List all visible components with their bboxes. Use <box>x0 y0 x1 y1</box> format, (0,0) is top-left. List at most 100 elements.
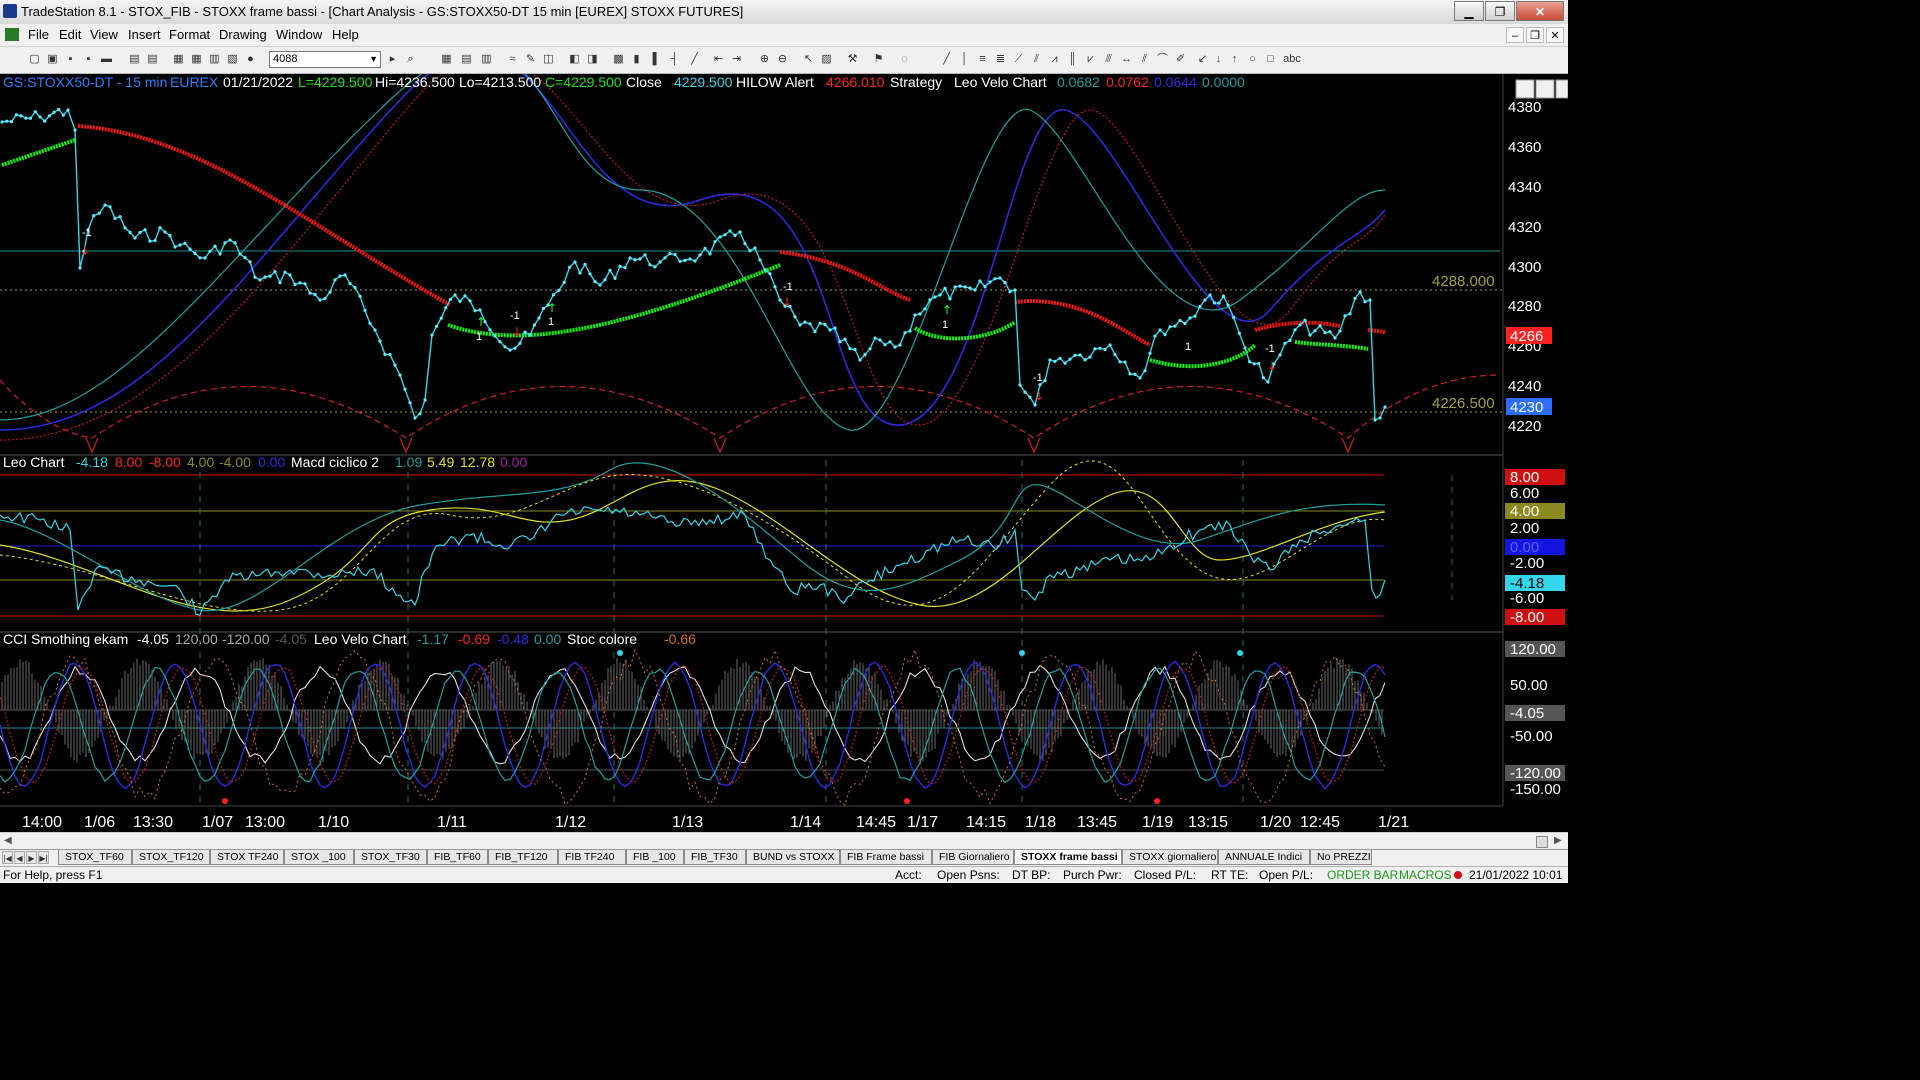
workspace-tab[interactable]: FIB_TF30 <box>684 850 746 865</box>
chart-window-controls[interactable] <box>1515 79 1568 99</box>
chart-window-icon[interactable] <box>5 28 19 41</box>
chart-close-button[interactable] <box>1555 79 1568 99</box>
symbol-combo[interactable]: 4088 ▼ <box>269 51 381 68</box>
price-axis[interactable]: 4380 4360 4340 4320 4300 4280 4260 4240 … <box>1508 99 1541 435</box>
horizontal-lines-icon[interactable]: ≡ <box>976 53 989 66</box>
zoom-out-icon[interactable]: ⊖ <box>776 53 789 66</box>
close-button[interactable]: ✕ <box>1516 1 1564 21</box>
pointer-icon[interactable]: ↖ <box>802 53 815 66</box>
folder-icon[interactable]: ▬ <box>100 53 113 66</box>
open-icon[interactable]: ▣ <box>46 53 59 66</box>
tab-prev-icon[interactable]: ◀ <box>14 851 25 864</box>
order-icon[interactable]: ⚑ <box>872 53 885 66</box>
chart-horizontal-scrollbar[interactable]: ◀ ▶ <box>0 832 1568 849</box>
alert-icon[interactable]: ◌ <box>898 53 911 66</box>
matrix-icon[interactable]: ▥ <box>480 53 493 66</box>
chart-area[interactable]: -1 1 -1 1 -1 1 -1 1 -1 ↓ ↑ ↓ ↑ ↓ ↑ ↓ ↓ G… <box>0 74 1568 834</box>
window-layout-icon[interactable]: ▦ <box>172 53 185 66</box>
menu-view[interactable]: View <box>90 27 118 42</box>
search-icon[interactable]: ⌕ <box>404 53 417 66</box>
ray-icon[interactable]: ⟋ <box>1012 53 1025 66</box>
arrow-down-left-icon[interactable]: ↙ <box>1196 53 1209 66</box>
andrews-icon[interactable]: ⫻ <box>1102 53 1115 66</box>
cascade-icon[interactable]: ▥ <box>208 53 221 66</box>
chart-minimize-button[interactable] <box>1515 79 1535 99</box>
speed-lines-icon[interactable]: ⩗ <box>1084 53 1097 66</box>
scroll-left-icon[interactable]: ◀ <box>4 835 12 846</box>
scroll-thumb[interactable] <box>1536 836 1548 848</box>
print-icon[interactable]: ▤ <box>146 53 159 66</box>
chart-icon[interactable]: ▦ <box>440 53 453 66</box>
arrow-both-icon[interactable]: ↔ <box>1120 53 1133 66</box>
format-icon[interactable]: ▧ <box>226 53 239 66</box>
fibonacci-icon[interactable]: ≣ <box>994 53 1007 66</box>
data-window-icon[interactable]: ▩ <box>612 53 625 66</box>
tab-last-icon[interactable]: ▶| <box>38 851 49 864</box>
workspace-tab[interactable]: ANNUALE Indici <box>1218 850 1310 865</box>
menu-edit[interactable]: Edit <box>59 27 81 42</box>
restore-button[interactable]: ❐ <box>1485 1 1515 21</box>
tile-icon[interactable]: ▦ <box>190 53 203 66</box>
save-icon[interactable]: ▪ <box>64 53 77 66</box>
menu-format[interactable]: Format <box>169 27 210 42</box>
workspace-tab[interactable]: FIB TF240 <box>558 850 626 865</box>
ellipse-icon[interactable]: ○ <box>1246 53 1259 66</box>
workspace-tab[interactable]: STOX_TF30 <box>354 850 427 865</box>
workspace-tab[interactable]: STOXX frame bassi <box>1014 850 1122 865</box>
workspace-tab[interactable]: FIB_TF60 <box>427 850 488 865</box>
tab-next-icon[interactable]: ▶ <box>26 851 37 864</box>
play-icon[interactable]: ▸ <box>386 53 399 66</box>
menu-drawing[interactable]: Drawing <box>219 27 267 42</box>
radar-icon[interactable]: ▤ <box>460 53 473 66</box>
parallel-icon[interactable]: ⫽ <box>1138 53 1151 66</box>
insert-indicator-icon[interactable]: ≈ <box>506 53 519 66</box>
workspace-tab[interactable]: FIB _100 <box>626 850 684 865</box>
workspace-tab[interactable]: STOXX giornaliero <box>1122 850 1218 865</box>
arc-icon[interactable]: ⌒ <box>1156 53 1169 66</box>
arrow-down-icon[interactable]: ↓ <box>1212 53 1225 66</box>
pencil-icon[interactable]: ✐ <box>1174 53 1187 66</box>
workspace-tab[interactable]: FIB Frame bassi <box>840 850 932 865</box>
new-icon[interactable]: ▢ <box>28 53 41 66</box>
format-window-icon[interactable]: ◨ <box>586 53 599 66</box>
line-chart-icon[interactable]: ╱ <box>688 53 701 66</box>
compress-icon[interactable]: ⇤ <box>712 53 725 66</box>
insert-analysis-icon[interactable]: ◫ <box>542 53 555 66</box>
chart-restore-button[interactable] <box>1535 79 1555 99</box>
workspace-tab[interactable]: BUND vs STOXX <box>746 850 840 865</box>
mdi-minimize-button[interactable]: – <box>1506 27 1524 43</box>
candle-icon[interactable]: ▌ <box>650 53 663 66</box>
insert-strategy-icon[interactable]: ✎ <box>524 53 537 66</box>
cursor-icon[interactable]: ▨ <box>820 53 833 66</box>
workspace-tab[interactable]: STOX _100 <box>284 850 354 865</box>
mdi-close-button[interactable]: ✕ <box>1546 27 1564 43</box>
minimize-button[interactable]: ▁ <box>1454 1 1484 21</box>
arrow-up-icon[interactable]: ↑ <box>1228 53 1241 66</box>
workspace-tab[interactable]: FIB_TF120 <box>488 850 558 865</box>
status-macros[interactable]: MACROS <box>1399 868 1452 882</box>
menu-window[interactable]: Window <box>276 27 322 42</box>
workspace-tab[interactable]: FIB Giornaliero <box>932 850 1014 865</box>
scroll-right-icon[interactable]: ▶ <box>1554 835 1562 846</box>
text-icon[interactable]: abc <box>1282 53 1302 66</box>
workspace-tab[interactable]: STOX TF240 <box>210 850 284 865</box>
expand-icon[interactable]: ⇥ <box>730 53 743 66</box>
menu-file[interactable]: File <box>28 27 49 42</box>
menu-insert[interactable]: Insert <box>128 27 161 42</box>
vertical-line-icon[interactable]: │ <box>958 53 971 66</box>
ohlc-icon[interactable]: ┤ <box>668 53 681 66</box>
format-symbol-icon[interactable]: ◧ <box>568 53 581 66</box>
save-all-icon[interactable]: ▪ <box>82 53 95 66</box>
color-icon[interactable]: ● <box>244 53 257 66</box>
workspace-tab[interactable]: STOX_TF60 <box>58 850 132 865</box>
trendline-icon[interactable]: ╱ <box>940 53 953 66</box>
gann-icon[interactable]: ⩘ <box>1048 53 1061 66</box>
workspace-tab[interactable]: STOX_TF120 <box>132 850 210 865</box>
mdi-restore-button[interactable]: ❐ <box>1526 27 1544 43</box>
print-preview-icon[interactable]: ▤ <box>128 53 141 66</box>
cycle-lines-icon[interactable]: ║ <box>1066 53 1079 66</box>
channel-icon[interactable]: ⫽ <box>1030 53 1043 66</box>
rectangle-icon[interactable]: □ <box>1264 53 1277 66</box>
workspace-tab[interactable]: No PREZZI <box>1310 850 1372 865</box>
zoom-in-icon[interactable]: ⊕ <box>758 53 771 66</box>
